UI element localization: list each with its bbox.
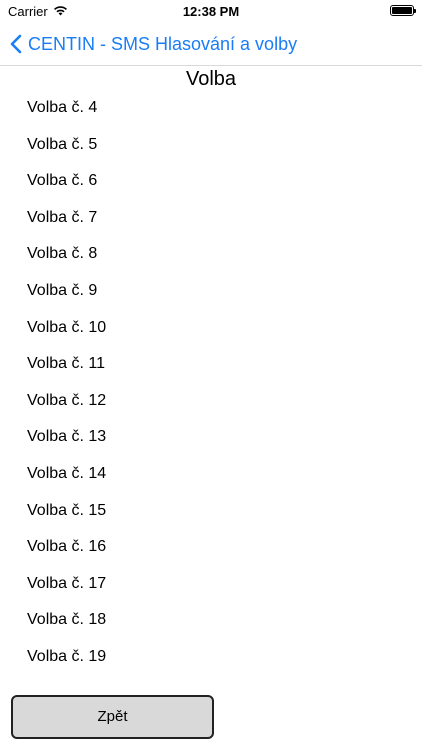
screen: Carrier 12:38 PM CENTIN - SMS Hlasování …	[0, 0, 422, 750]
back-button[interactable]: Zpět	[11, 695, 214, 739]
choice-list[interactable]: Volba č. 4 Volba č. 5 Volba č. 6 Volba č. 7…	[0, 100, 422, 677]
list-item[interactable]: Volba č. 17	[0, 566, 422, 603]
page-title: Volba	[185, 68, 237, 90]
list-item[interactable]: Volba č. 7	[0, 200, 422, 237]
chevron-left-icon	[10, 34, 22, 54]
list-item[interactable]: Volba č. 6	[0, 163, 422, 200]
nav-back-label: CENTIN - SMS Hlasování a volby	[28, 33, 298, 54]
list-item[interactable]: Volba č. 5	[0, 127, 422, 164]
nav-back-button[interactable]: CENTIN - SMS Hlasování a volby	[10, 22, 297, 66]
list-item[interactable]: Volba č. 11	[0, 346, 422, 383]
list-item[interactable]: Volba č. 19	[0, 639, 422, 676]
list-item[interactable]: Volba č. 16	[0, 529, 422, 566]
status-bar: Carrier 12:38 PM	[0, 0, 422, 22]
status-time: 12:38 PM	[182, 4, 240, 19]
choice-list-items: Volba č. 4 Volba č. 5 Volba č. 6 Volba č. 7…	[0, 100, 422, 676]
battery-fill	[392, 7, 412, 14]
list-item[interactable]: Volba č. 8	[0, 236, 422, 273]
navigation-bar: CENTIN - SMS Hlasování a volby	[0, 22, 422, 66]
list-item[interactable]: Volba č. 9	[0, 273, 422, 310]
list-item[interactable]: Volba č. 14	[0, 456, 422, 493]
list-item[interactable]: Volba č. 10	[0, 310, 422, 347]
list-item[interactable]: Volba č. 12	[0, 383, 422, 420]
battery-icon	[390, 5, 416, 16]
list-item[interactable]: Volba č. 15	[0, 493, 422, 530]
list-item[interactable]: Volba č. 4	[0, 100, 422, 127]
list-item[interactable]: Volba č. 18	[0, 602, 422, 639]
list-item[interactable]: Volba č. 13	[0, 419, 422, 456]
